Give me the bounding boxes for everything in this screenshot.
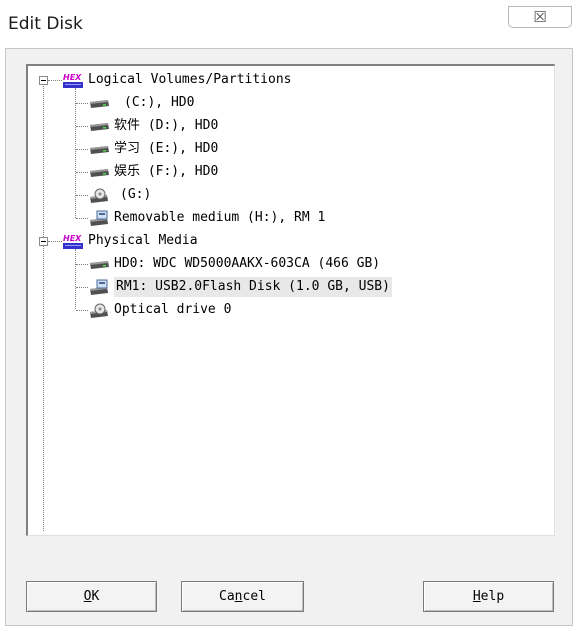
hard-drive-icon	[88, 119, 110, 133]
tree-item-label: (G:)	[120, 187, 152, 202]
tree-item-label: Removable medium (H:), RM 1	[114, 210, 326, 225]
tree-group-label: Logical Volumes/Partitions	[88, 72, 292, 87]
hard-drive-icon	[88, 96, 110, 110]
svg-text:HEX: HEX	[63, 73, 82, 82]
tree-item-label: 软件 (D:), HD0	[114, 118, 219, 133]
help-button-label: Help	[472, 589, 505, 604]
collapse-toggle[interactable]	[39, 76, 48, 85]
svg-text:HEX: HEX	[63, 234, 82, 243]
tree-item-drive-c[interactable]: (C:), HD0	[88, 93, 194, 113]
cancel-button-label: Cancel	[219, 589, 266, 604]
tree-item-label: 学习 (E:), HD0	[114, 141, 219, 156]
tree-item-label: (C:), HD0	[124, 95, 195, 110]
disk-tree[interactable]: HEX Logical Volumes/Partitions (C:), HD0…	[26, 64, 555, 536]
cancel-button[interactable]: Cancel	[181, 581, 304, 612]
hard-drive-icon	[88, 257, 110, 271]
tree-item-label: 娱乐 (F:), HD0	[114, 164, 219, 179]
tree-group-physical-media[interactable]: HEX Physical Media	[62, 231, 198, 251]
hard-drive-icon	[88, 142, 110, 156]
collapse-toggle[interactable]	[39, 237, 48, 246]
tree-item-drive-g[interactable]: (G:)	[88, 185, 151, 205]
tree-item-optical-0[interactable]: Optical drive 0	[88, 300, 231, 320]
close-icon: ☒	[533, 8, 547, 26]
ok-button-label: OK	[83, 589, 100, 604]
optical-drive-icon	[88, 302, 110, 319]
tree-item-label: RM1: USB2.0Flash Disk (1.0 GB, USB)	[114, 277, 392, 297]
optical-drive-icon	[88, 187, 110, 204]
removable-drive-icon	[88, 279, 110, 296]
tree-item-drive-d[interactable]: 软件 (D:), HD0	[88, 116, 218, 136]
window-title: Edit Disk	[8, 14, 83, 34]
dialog-body: HEX Logical Volumes/Partitions (C:), HD0…	[5, 48, 573, 626]
tree-item-drive-h[interactable]: Removable medium (H:), RM 1	[88, 208, 325, 228]
tree-item-label: Optical drive 0	[114, 302, 232, 317]
hard-drive-icon	[88, 165, 110, 179]
removable-drive-icon	[88, 210, 110, 227]
help-button[interactable]: Help	[423, 581, 554, 612]
tree-group-logical-volumes[interactable]: HEX Logical Volumes/Partitions	[62, 70, 292, 90]
tree-item-drive-f[interactable]: 娱乐 (F:), HD0	[88, 162, 218, 182]
tree-item-rm1[interactable]: RM1: USB2.0Flash Disk (1.0 GB, USB)	[88, 277, 392, 297]
tree-item-label: HD0: WDC WD5000AAKX-603CA (466 GB)	[114, 256, 381, 271]
close-button[interactable]: ☒	[508, 6, 572, 28]
tree-item-hd0[interactable]: HD0: WDC WD5000AAKX-603CA (466 GB)	[88, 254, 380, 274]
tree-group-label: Physical Media	[88, 233, 198, 248]
title-bar: Edit Disk ☒	[0, 0, 580, 48]
ok-button[interactable]: OK	[26, 581, 157, 612]
hex-icon: HEX	[62, 233, 84, 250]
tree-item-drive-e[interactable]: 学习 (E:), HD0	[88, 139, 218, 159]
hex-icon: HEX	[62, 72, 84, 89]
